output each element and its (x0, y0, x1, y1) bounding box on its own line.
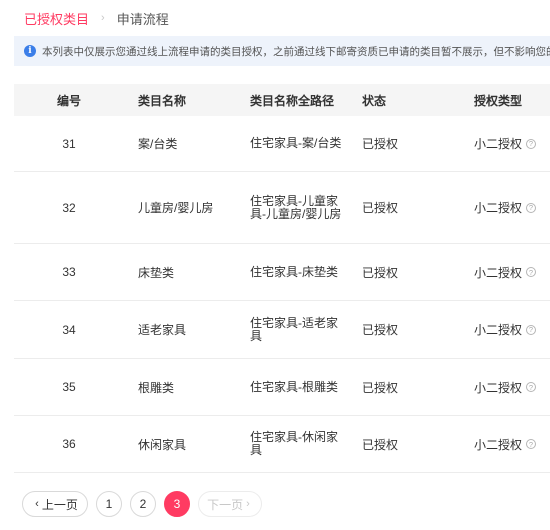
chevron-right-icon: › (246, 498, 250, 510)
breadcrumb-current[interactable]: 已授权类目 (24, 9, 89, 28)
header-status: 状态 (362, 93, 387, 108)
question-icon[interactable]: ? (526, 267, 537, 277)
table-row: 36 休闲家具 住宅家具-休闲家具 已授权 小二授权? (14, 416, 550, 473)
row-name: 适老家具 (138, 323, 187, 337)
row-path: 住宅家具-根雕类 (250, 359, 346, 415)
breadcrumb: 已授权类目 › 申请流程 (24, 9, 169, 28)
row-status: 已授权 (362, 437, 399, 452)
page-button-2[interactable]: 2 (130, 491, 156, 517)
row-status: 已授权 (362, 201, 399, 215)
category-table: 编号 类目名称 类目名称全路径 状态 授权类型 31 案/台类 住宅家具-案/台… (14, 84, 550, 473)
table-row: 35 根雕类 住宅家具-根雕类 已授权 小二授权? (14, 359, 550, 416)
row-id: 33 (62, 265, 76, 279)
header-name: 类目名称 (138, 93, 187, 108)
table-header: 编号 类目名称 类目名称全路径 状态 授权类型 (14, 84, 550, 116)
row-name: 休闲家具 (138, 437, 187, 452)
pagination: ‹ 上一页 1 2 3 下一页 › (22, 491, 270, 517)
row-auth-type-text: 小二授权 (474, 265, 523, 280)
table-row: 33 床垫类 住宅家具-床垫类 已授权 小二授权? (14, 244, 550, 301)
notice-text: 本列表中仅展示您通过线上流程申请的类目授权，之前通过线下邮寄资质已申请的类目暂不… (42, 45, 550, 58)
row-auth-type-text: 小二授权 (474, 380, 523, 395)
row-id: 35 (62, 380, 76, 394)
header-path: 类目名称全路径 (250, 93, 335, 108)
info-icon: i (24, 45, 36, 57)
question-icon[interactable]: ? (526, 138, 537, 149)
row-auth-type-text: 小二授权 (474, 201, 523, 215)
row-auth-type: 小二授权? (474, 116, 550, 171)
row-path: 住宅家具-适老家具 (250, 301, 346, 358)
row-path-text: 住宅家具-根雕类 (250, 379, 338, 394)
chevron-left-icon: ‹ (35, 498, 39, 510)
question-icon[interactable]: ? (526, 382, 537, 392)
row-name: 儿童房/婴儿房 (138, 201, 214, 215)
question-icon[interactable]: ? (526, 324, 537, 335)
row-path-text: 住宅家具-床垫类 (250, 264, 338, 279)
row-status: 已授权 (362, 265, 399, 280)
row-path: 住宅家具-案/台类 (250, 116, 346, 171)
table-row: 32 儿童房/婴儿房 住宅家具-儿童家具-儿童房/婴儿房 已授权 小二授权? (14, 172, 550, 244)
table-row: 34 适老家具 住宅家具-适老家具 已授权 小二授权? (14, 301, 550, 359)
row-auth-type: 小二授权? (474, 244, 550, 300)
row-path-text: 住宅家具-适老家具 (250, 315, 338, 343)
row-status: 已授权 (362, 380, 399, 395)
row-auth-type: 小二授权? (474, 301, 550, 358)
row-path: 住宅家具-休闲家具 (250, 416, 346, 472)
row-auth-type-text: 小二授权 (474, 437, 523, 452)
header-id: 编号 (56, 93, 81, 108)
notice-banner: i 本列表中仅展示您通过线上流程申请的类目授权，之前通过线下邮寄资质已申请的类目… (14, 36, 550, 66)
breadcrumb-apply-process[interactable]: 申请流程 (117, 9, 169, 28)
prev-page-button[interactable]: ‹ 上一页 (22, 491, 88, 517)
row-auth-type: 小二授权? (474, 172, 550, 243)
row-name: 根雕类 (138, 380, 175, 395)
row-path-text: 住宅家具-案/台类 (250, 136, 342, 150)
row-auth-type: 小二授权? (474, 416, 550, 472)
row-id: 32 (62, 200, 76, 215)
prev-page-label: 上一页 (41, 497, 78, 512)
header-auth-type: 授权类型 (474, 93, 523, 108)
row-name: 案/台类 (138, 137, 178, 151)
next-page-label: 下一页 (207, 497, 244, 512)
question-icon[interactable]: ? (526, 202, 537, 213)
row-path: 住宅家具-床垫类 (250, 244, 346, 300)
row-auth-type-text: 小二授权 (474, 323, 523, 337)
row-path-text: 住宅家具-儿童家具-儿童房/婴儿房 (250, 193, 342, 221)
row-id: 36 (62, 437, 76, 451)
row-id: 31 (62, 136, 76, 151)
table-row: 31 案/台类 住宅家具-案/台类 已授权 小二授权? (14, 116, 550, 172)
next-page-button[interactable]: 下一页 › (198, 491, 262, 517)
page-button-3-current[interactable]: 3 (164, 491, 190, 517)
page-button-1[interactable]: 1 (96, 491, 122, 517)
row-path-text: 住宅家具-休闲家具 (250, 430, 338, 457)
row-path: 住宅家具-儿童家具-儿童房/婴儿房 (250, 172, 346, 243)
row-auth-type-text: 小二授权 (474, 137, 523, 151)
row-auth-type: 小二授权? (474, 359, 550, 415)
row-id: 34 (62, 322, 76, 337)
row-status: 已授权 (362, 323, 399, 337)
breadcrumb-separator-icon: › (101, 12, 105, 24)
row-name: 床垫类 (138, 265, 175, 280)
row-status: 已授权 (362, 137, 399, 151)
question-icon[interactable]: ? (526, 439, 537, 449)
